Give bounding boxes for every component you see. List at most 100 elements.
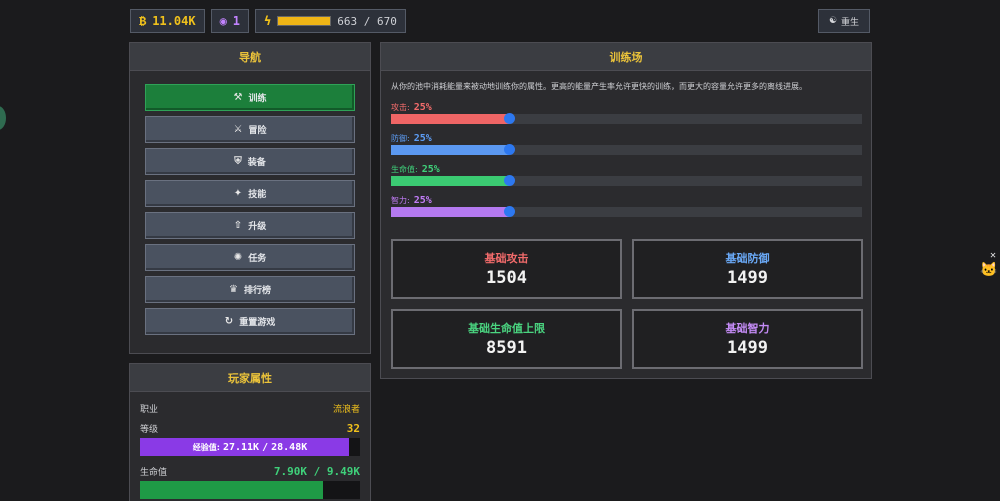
- hp-value: 7.90K / 9.49K: [274, 465, 360, 478]
- energy-max: 670: [377, 14, 397, 28]
- energy-bar-fill: [278, 17, 330, 25]
- slider-fill: [391, 176, 509, 186]
- slider-track[interactable]: [391, 113, 862, 124]
- hp-separator: /: [313, 465, 321, 478]
- yin-yang-icon: ☯: [828, 16, 838, 26]
- training-title: 训练场: [381, 43, 871, 71]
- training-panel: 训练场 从你的池中消耗能量来被动地训练你的属性。更高的能量产生率允许更快的训练，…: [380, 42, 872, 379]
- nav-item-label: 重置游戏: [239, 318, 276, 328]
- base-stat-value: 1499: [727, 338, 768, 358]
- base-stat-card-0: 基础攻击 1504: [391, 239, 622, 299]
- level-row: 等级 32: [130, 422, 370, 435]
- base-stat-name: 基础防御: [725, 252, 770, 265]
- nav-item-label: 训练: [248, 94, 267, 104]
- training-slider-3: 智力: 25%: [381, 194, 871, 217]
- slider-label: 防御: 25%: [391, 132, 861, 144]
- hp-current: 7.90K: [273, 465, 307, 478]
- rebirth-label: 重生: [841, 17, 860, 28]
- nav-item-6[interactable]: ♛ 排行榜: [145, 276, 355, 303]
- base-stats-grid: 基础攻击 1504 基础防御 1499 基础生命值上限 8591 基础智力 1499: [391, 239, 863, 369]
- slider-percent: 25%: [413, 101, 432, 113]
- nav-item-5[interactable]: ✺ 任务: [145, 244, 355, 271]
- nav-item-4[interactable]: ⇧ 升级: [145, 212, 355, 239]
- slider-track[interactable]: [391, 206, 862, 217]
- nav-item-7[interactable]: ↻ 重置游戏: [145, 308, 355, 335]
- upgrade-icon: ⇧: [233, 220, 243, 231]
- slider-handle[interactable]: [503, 206, 515, 217]
- nav-item-label: 任务: [248, 254, 267, 264]
- slider-handle[interactable]: [503, 175, 515, 186]
- slider-fill: [391, 145, 509, 155]
- hp-max: 9.49K: [326, 465, 360, 478]
- slider-track[interactable]: [391, 144, 862, 155]
- player-stats-panel: 玩家属性 职业 流浪者 等级 32 经验值: 27.11K / 28.48K 生…: [129, 363, 371, 501]
- class-row: 职业 流浪者: [130, 402, 370, 415]
- slider-label: 生命值: 25%: [391, 163, 861, 175]
- base-stat-card-1: 基础防御 1499: [632, 239, 863, 299]
- nav-item-label: 排行榜: [243, 286, 271, 296]
- dumbbell-icon: ⚒: [233, 92, 243, 103]
- nav-item-3[interactable]: ✦ 技能: [145, 180, 355, 207]
- coin-icon: ₿: [139, 13, 147, 28]
- skill-icon: ✦: [233, 188, 243, 199]
- side-avatar-tab[interactable]: [0, 106, 6, 130]
- exp-separator: /: [262, 441, 269, 453]
- energy-separator: /: [363, 14, 371, 28]
- level-label: 等级: [140, 425, 159, 435]
- base-stat-card-3: 基础智力 1499: [632, 309, 863, 369]
- gold-counter: ₿ 11.04K: [130, 9, 205, 33]
- nav-item-label: 升级: [248, 222, 267, 232]
- base-stat-card-2: 基础生命值上限 8591: [391, 309, 622, 369]
- navigation-panel: 导航 ⚒ 训练 ⚔ 冒险 ⛨ 装备 ✦ 技能 ⇧ 升级 ✺ 任务 ♛ 排行榜 ↻ 重置游戏: [129, 42, 371, 354]
- lightning-icon: ϟ: [264, 14, 272, 28]
- hp-bar: [140, 481, 360, 499]
- energy-counter: ϟ 663 / 670: [255, 9, 406, 33]
- gem-counter: ◉ 1: [210, 9, 250, 33]
- close-icon[interactable]: ✕: [990, 250, 996, 261]
- slider-stat-name: 生命值:: [391, 164, 418, 174]
- base-stat-value: 1499: [727, 268, 768, 288]
- training-slider-2: 生命值: 25%: [381, 163, 871, 186]
- nav-item-0[interactable]: ⚒ 训练: [145, 84, 355, 111]
- reset-icon: ↻: [224, 316, 234, 327]
- level-value: 32: [346, 422, 360, 435]
- nav-item-label: 装备: [247, 158, 266, 168]
- gem-icon: ◉: [219, 14, 227, 28]
- exp-label: 经验值:: [192, 442, 220, 452]
- slider-stat-name: 攻击:: [391, 102, 410, 112]
- base-stat-value: 1504: [486, 268, 527, 288]
- hp-row: 生命值 7.90K / 9.49K: [130, 465, 370, 478]
- slider-track[interactable]: [391, 175, 862, 186]
- slider-handle[interactable]: [503, 144, 515, 155]
- slider-percent: 25%: [421, 163, 440, 175]
- slider-handle[interactable]: [503, 113, 515, 124]
- gem-value: 1: [232, 14, 241, 28]
- crossed-swords-icon: ⚔: [233, 124, 243, 135]
- nav-title: 导航: [130, 43, 370, 71]
- rebirth-button[interactable]: ☯ 重生: [818, 9, 870, 33]
- slider-label: 智力: 25%: [391, 194, 861, 206]
- exp-max: 28.48K: [271, 441, 308, 453]
- base-stat-name: 基础攻击: [484, 252, 529, 265]
- nav-item-2[interactable]: ⛨ 装备: [145, 148, 355, 175]
- energy-bar: [277, 16, 332, 26]
- nav-item-label: 技能: [248, 190, 267, 200]
- base-stat-value: 8591: [486, 338, 527, 358]
- gold-value: 11.04K: [152, 14, 196, 28]
- slider-percent: 25%: [413, 194, 432, 206]
- slider-stat-name: 防御:: [391, 133, 410, 143]
- energy-text: 663 / 670: [337, 15, 397, 28]
- slider-label: 攻击: 25%: [391, 101, 861, 113]
- cat-icon[interactable]: 🐱: [980, 262, 997, 278]
- nav-item-1[interactable]: ⚔ 冒险: [145, 116, 355, 143]
- resource-bar: ₿ 11.04K ◉ 1 ϟ 663 / 670: [130, 9, 406, 33]
- trophy-icon: ♛: [229, 284, 238, 295]
- base-stat-name: 基础智力: [725, 322, 770, 335]
- training-slider-1: 防御: 25%: [381, 132, 871, 155]
- nav-item-label: 冒险: [248, 126, 267, 136]
- training-sliders: 攻击: 25% 防御: 25% 生命值: 25% 智力: 25%: [381, 101, 871, 217]
- exp-current: 27.11K: [222, 441, 260, 453]
- slider-fill: [391, 114, 509, 124]
- slider-stat-name: 智力:: [391, 195, 410, 205]
- hp-bar-fill: [140, 481, 324, 499]
